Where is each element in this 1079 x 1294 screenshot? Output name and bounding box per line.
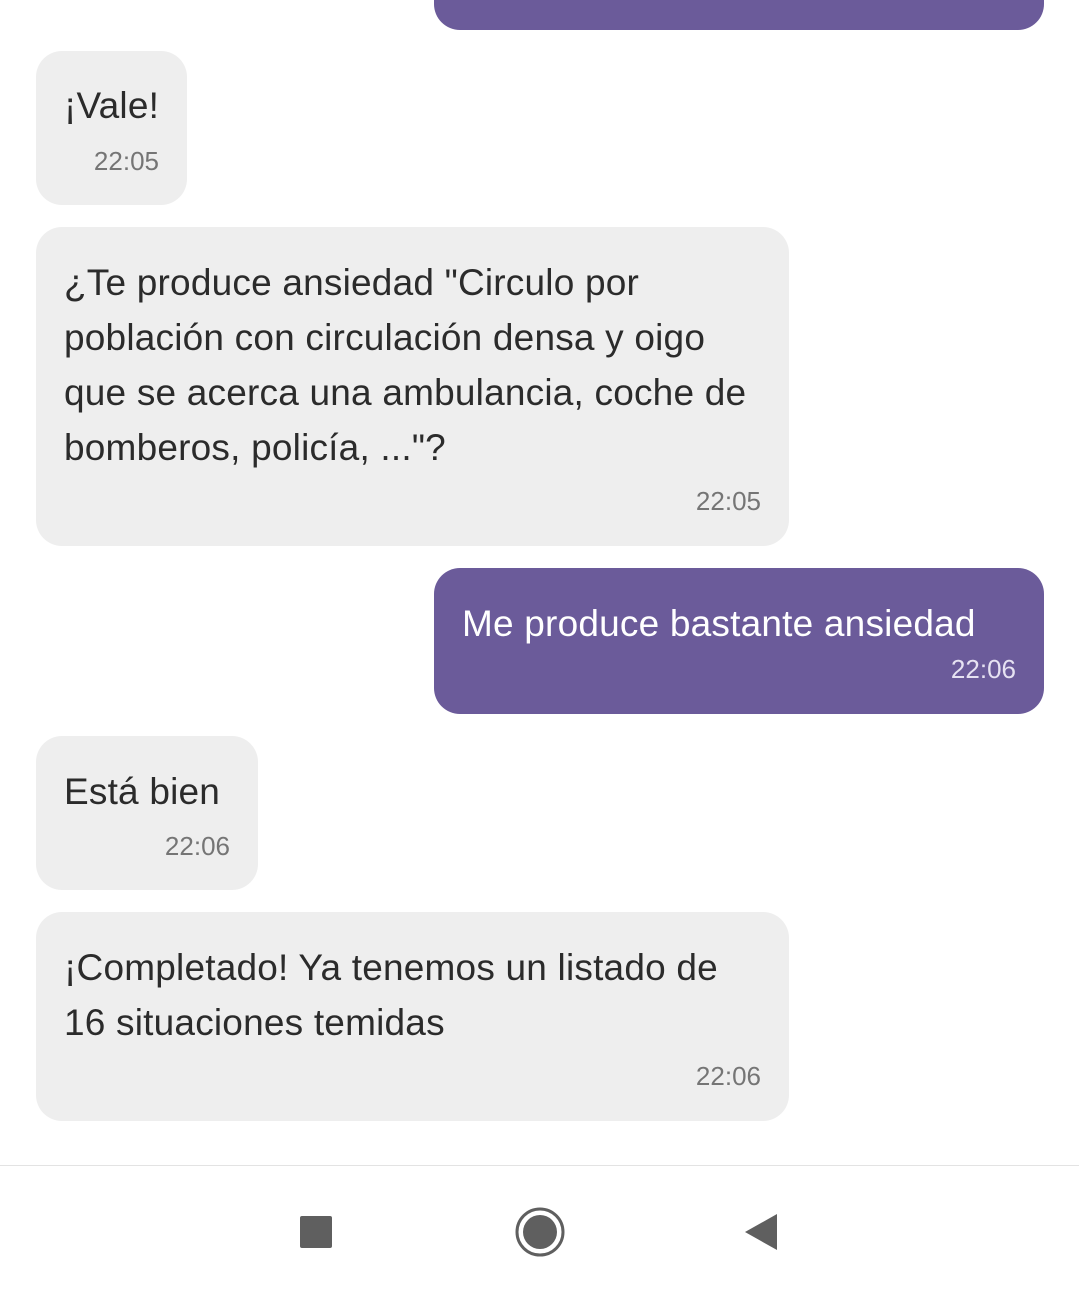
message-text: ¿Te produce ansiedad "Circulo por poblac… xyxy=(64,262,747,468)
message-timestamp: 22:06 xyxy=(950,654,1016,684)
triangle-back-icon[interactable] xyxy=(733,1202,793,1262)
chat-screen: ¡Vale! 22:05 ¿Te produce ansiedad "Circu… xyxy=(0,0,1079,1294)
message-bubble-outgoing[interactable] xyxy=(434,0,1044,30)
message-text: ¡Vale! xyxy=(64,85,160,126)
message-bubble-incoming[interactable]: Está bien 22:06 xyxy=(36,736,258,890)
system-navigation-bar xyxy=(0,1165,1079,1294)
message-text: ¡Completado! Ya tenemos un listado de 16… xyxy=(64,947,718,1043)
message-timestamp: 22:06 xyxy=(695,1061,761,1091)
message-bubble-incoming[interactable]: ¡Completado! Ya tenemos un listado de 16… xyxy=(36,912,789,1121)
message-bubble-incoming[interactable]: ¡Vale! 22:05 xyxy=(36,51,187,205)
message-bubble-outgoing[interactable]: Me produce bastante ansiedad 22:06 xyxy=(434,568,1044,714)
message-timestamp: 22:06 xyxy=(164,831,230,861)
message-list[interactable]: ¡Vale! 22:05 ¿Te produce ansiedad "Circu… xyxy=(0,0,1079,1165)
message-timestamp: 22:05 xyxy=(93,146,159,176)
circle-home-icon[interactable] xyxy=(510,1202,570,1262)
message-bubble-incoming[interactable]: ¿Te produce ansiedad "Circulo por poblac… xyxy=(36,227,789,546)
message-timestamp: 22:05 xyxy=(695,486,761,516)
message-text: Me produce bastante ansiedad xyxy=(462,603,976,644)
square-recents-icon[interactable] xyxy=(286,1202,346,1262)
message-text: Está bien xyxy=(64,771,221,812)
